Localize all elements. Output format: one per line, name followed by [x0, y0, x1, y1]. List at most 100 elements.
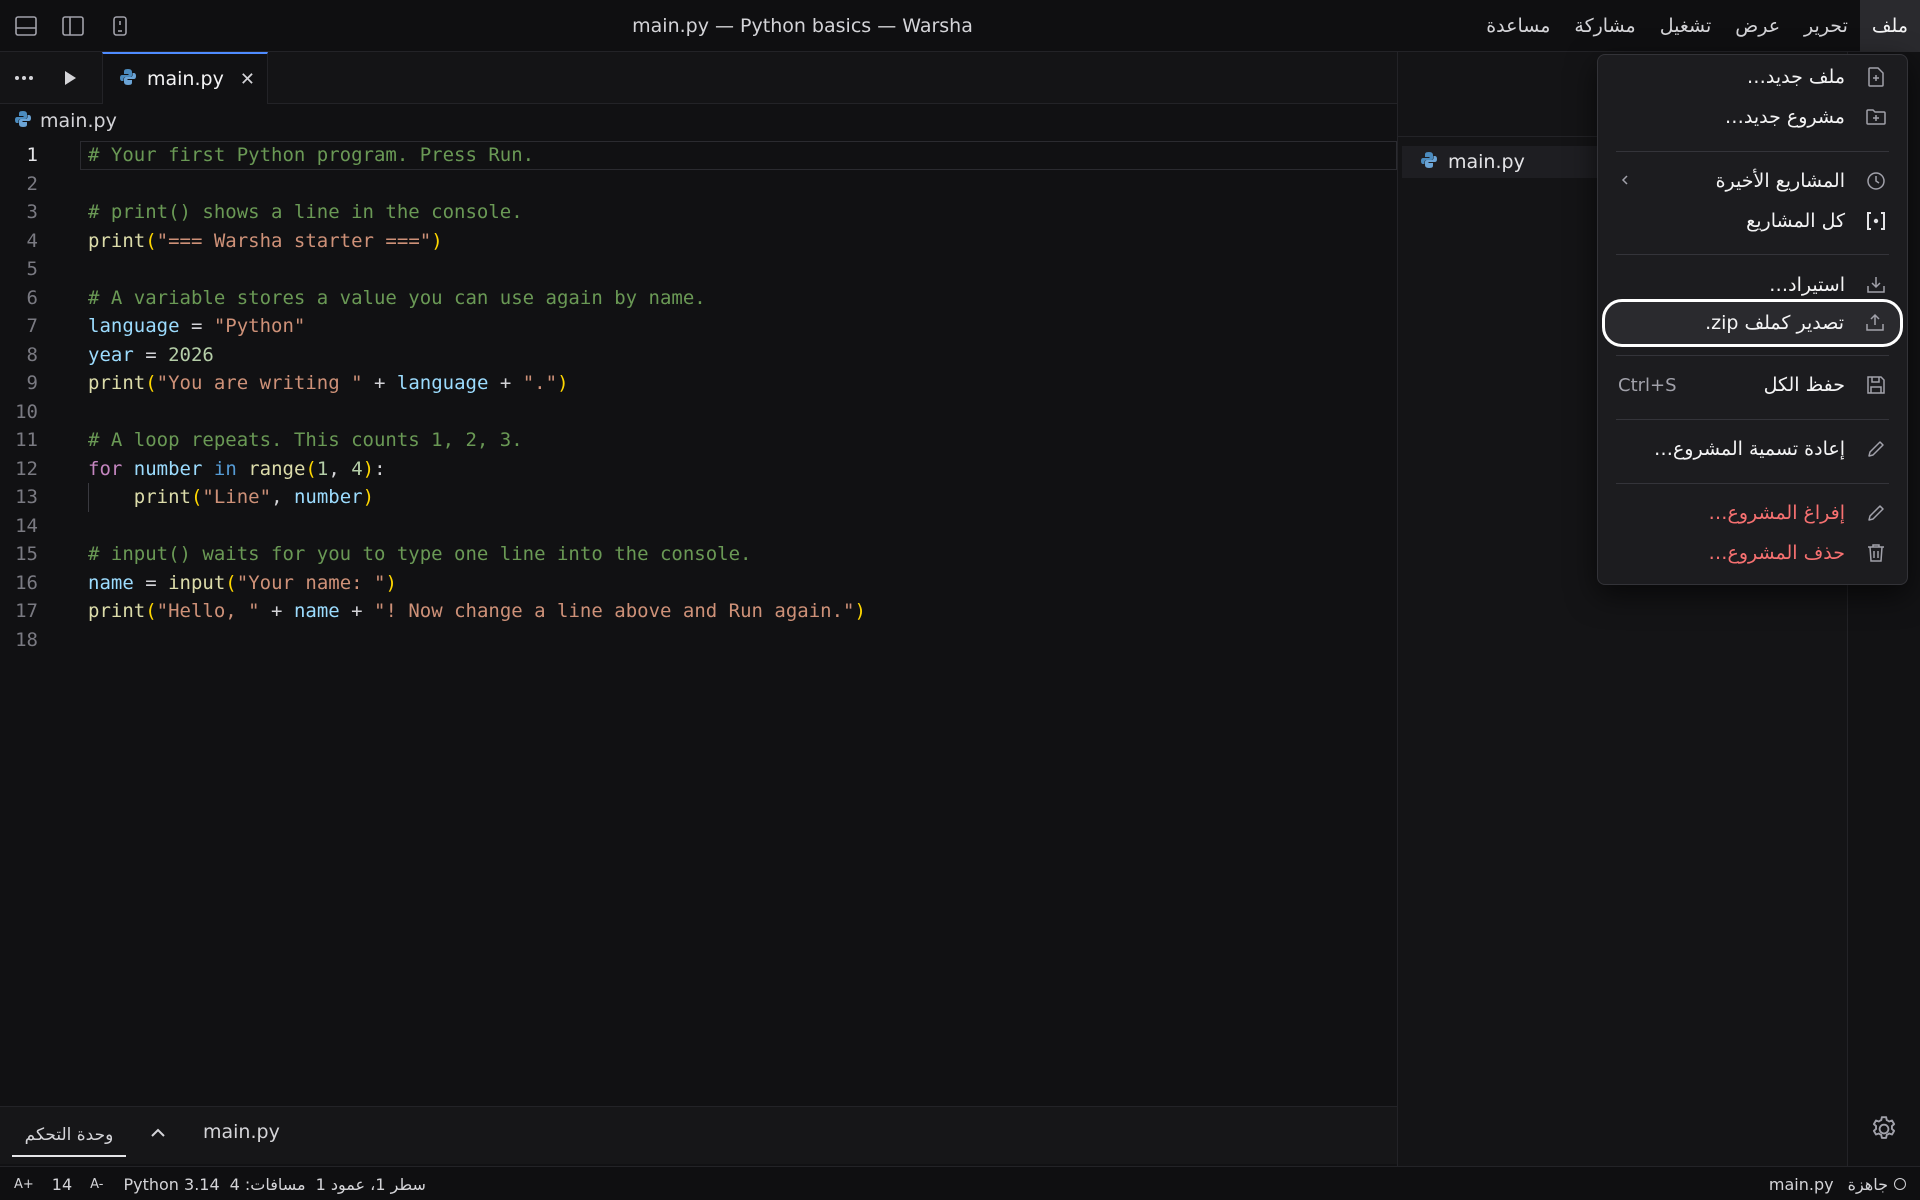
menu-label: مشروع جديد…: [1724, 106, 1845, 128]
code-editor[interactable]: 1 # Your first Python program. Press Run.…: [0, 141, 1397, 654]
menu-item-recent-projects[interactable]: المشاريع الأخيرة: [1604, 163, 1901, 199]
menu-edit[interactable]: تحرير: [1792, 0, 1860, 52]
code-line[interactable]: 6 # A variable stores a value you can use…: [0, 284, 1397, 313]
status-file: main.py: [1768, 1174, 1834, 1194]
line-number: 1: [26, 144, 38, 166]
menu-item-export-zip[interactable]: تصدير كملف zip.: [1602, 299, 1903, 347]
code-line[interactable]: 7 language = "Python": [0, 312, 1397, 341]
menu-label: كل المشاريع: [1746, 210, 1845, 232]
status-indicator: جاهزة: [1848, 1175, 1906, 1194]
menu-item-import[interactable]: استيراد…: [1604, 267, 1901, 303]
console-tab[interactable]: وحدة التحكم: [12, 1117, 126, 1157]
breadcrumb: main.py: [14, 108, 117, 134]
status-text: جاهزة: [1847, 1174, 1888, 1194]
console-bar: وحدة التحكم main.py: [0, 1106, 1397, 1164]
line-number: 9: [26, 372, 38, 394]
line-number: 2: [26, 172, 38, 195]
menu-item-save-all[interactable]: حفظ الكل Ctrl+S: [1604, 367, 1901, 403]
menu-item-new-project[interactable]: مشروع جديد…: [1604, 99, 1901, 135]
run-icon[interactable]: [56, 64, 84, 92]
code-line[interactable]: 11 # A loop repeats. This counts 1, 2, 3.: [0, 426, 1397, 455]
line-number: 16: [15, 571, 38, 594]
language-mode[interactable]: Python 3.14: [123, 1175, 219, 1194]
chevron-up-icon[interactable]: [146, 1121, 170, 1145]
code-line[interactable]: 4 print("=== Warsha starter ==="): [0, 227, 1397, 256]
menu-file[interactable]: ملف: [1859, 0, 1920, 52]
code-line[interactable]: 15 # input() waits for you to type one li…: [0, 540, 1397, 569]
code-line[interactable]: 17 print("Hello, " + name + "! Now change…: [0, 597, 1397, 626]
menu-label: استيراد…: [1769, 274, 1845, 296]
clock-icon: [1865, 170, 1887, 192]
new-folder-icon: [1865, 106, 1887, 128]
code-text: print("Line", number): [133, 486, 375, 508]
menu-divider: [1616, 419, 1889, 420]
code-text: # print() shows a line in the console.: [88, 201, 523, 223]
code-line[interactable]: 12 for number in range(1, 4):: [0, 455, 1397, 484]
menu-share[interactable]: مشاركة: [1562, 0, 1647, 52]
menu-help[interactable]: مساعدة: [1474, 0, 1562, 52]
shortcut-label: Ctrl+S: [1618, 374, 1677, 396]
font-size-value: 14: [51, 1174, 73, 1194]
more-icon[interactable]: [10, 64, 38, 92]
line-number: 14: [15, 514, 38, 537]
python-file-icon: [14, 110, 32, 133]
line-number: 8: [26, 343, 38, 366]
menu-item-rename-project[interactable]: إعادة تسمية المشروع…: [1604, 431, 1901, 467]
code-text: name = input("Your name: "): [88, 571, 397, 594]
python-file-icon: [1420, 151, 1438, 174]
explorer-file-label: main.py: [1448, 151, 1525, 173]
line-number: 6: [26, 286, 38, 309]
menu-item-clear-project[interactable]: إفراغ المشروع…: [1604, 495, 1901, 531]
code-line[interactable]: 16 name = input("Your name: "): [0, 569, 1397, 598]
code-line[interactable]: 2: [0, 170, 1397, 199]
file-menu-dropdown: ملف جديد… مشروع جديد… المشاريع الأخيرة ك…: [1597, 54, 1908, 585]
menu-divider: [1616, 483, 1889, 484]
font-decrease-button[interactable]: A-: [90, 1177, 103, 1192]
gear-icon[interactable]: [1867, 1112, 1901, 1146]
menu-label: إفراغ المشروع…: [1708, 502, 1846, 524]
cursor-position[interactable]: سطر 1، عمود 1: [316, 1175, 426, 1194]
code-line[interactable]: 9 print("You are writing " + language + "…: [0, 369, 1397, 398]
trash-icon: [1865, 542, 1887, 564]
line-number: 12: [15, 457, 38, 480]
menu-run[interactable]: تشغيل: [1648, 0, 1724, 52]
menu-view[interactable]: عرض: [1723, 0, 1792, 52]
code-line[interactable]: 5: [0, 255, 1397, 284]
menu-item-all-projects[interactable]: كل المشاريع: [1604, 203, 1901, 239]
code-line[interactable]: 13 print("Line", number): [0, 483, 1397, 512]
line-number: 5: [26, 258, 38, 280]
code-line[interactable]: 18: [0, 626, 1397, 655]
close-icon[interactable]: ✕: [240, 69, 255, 90]
code-line[interactable]: 14: [0, 512, 1397, 541]
menu-label: حفظ الكل: [1763, 374, 1845, 396]
indent-setting[interactable]: مسافات: 4: [230, 1175, 306, 1194]
line-number: 4: [26, 229, 38, 252]
menu-label: ملف جديد…: [1746, 66, 1845, 88]
code-text: for number in range(1, 4):: [88, 457, 386, 480]
tab-bar: main.py ✕: [0, 52, 1397, 104]
breadcrumb-file[interactable]: main.py: [40, 110, 117, 132]
title-bar: main.py — Python basics — Warsha ملف تحر…: [0, 0, 1920, 52]
code-text: # A loop repeats. This counts 1, 2, 3.: [88, 429, 523, 451]
menu-divider: [1616, 355, 1889, 356]
pencil-icon: [1865, 438, 1887, 460]
line-number: 17: [15, 600, 38, 622]
code-line[interactable]: 1 # Your first Python program. Press Run.: [27, 141, 1397, 170]
projects-icon: [1865, 210, 1887, 232]
code-line[interactable]: 10: [0, 398, 1397, 427]
code-text: language = "Python": [88, 315, 306, 337]
menu-label: حذف المشروع…: [1708, 542, 1845, 564]
new-file-icon: [1865, 66, 1887, 88]
menu-label: المشاريع الأخيرة: [1715, 170, 1845, 192]
code-text: print("You are writing " + language + ".…: [88, 372, 569, 394]
code-line[interactable]: 8 year = 2026: [0, 341, 1397, 370]
menu-item-new-file[interactable]: ملف جديد…: [1604, 59, 1901, 95]
line-number: 7: [26, 315, 38, 337]
code-text: # input() waits for you to type one line…: [88, 543, 752, 565]
menu-item-delete-project[interactable]: حذف المشروع…: [1604, 535, 1901, 571]
save-icon: [1865, 374, 1887, 396]
menu-bar: ملف تحرير عرض تشغيل مشاركة مساعدة: [1474, 0, 1920, 52]
code-line[interactable]: 3 # print() shows a line in the console.: [0, 198, 1397, 227]
font-increase-button[interactable]: A+: [14, 1177, 34, 1192]
tab-main-py[interactable]: main.py ✕: [102, 52, 268, 104]
